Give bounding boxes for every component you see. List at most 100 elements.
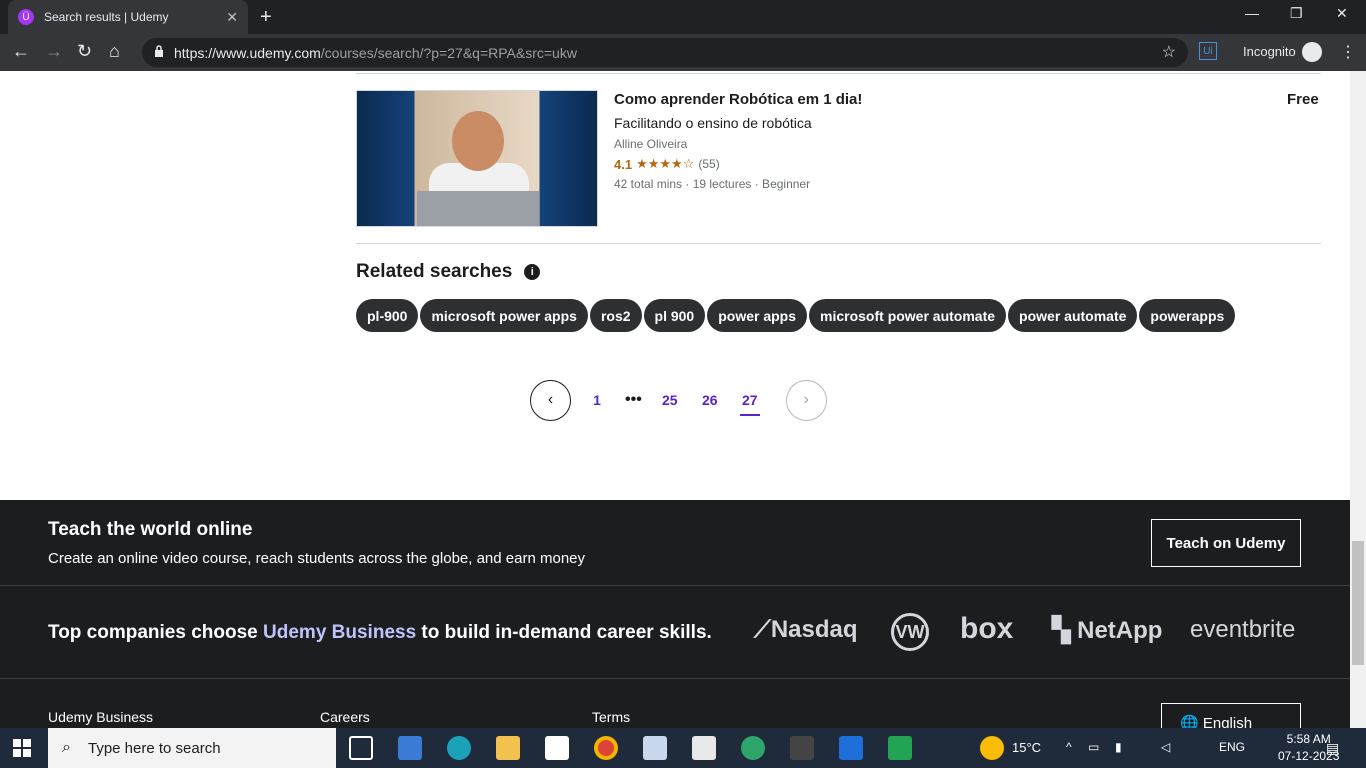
microsoft-store-icon[interactable] — [545, 736, 569, 760]
taskbar-search[interactable]: ⌕ Type here to search — [48, 728, 336, 768]
divider — [356, 243, 1321, 244]
url-host: https://www.udemy.com — [174, 44, 321, 61]
course-rating: 4.1 ★★★★☆ (55) — [614, 156, 720, 172]
weather-icon[interactable] — [980, 736, 1004, 760]
new-tab-icon[interactable]: + — [260, 6, 272, 29]
minimize-icon[interactable]: — — [1245, 5, 1259, 21]
page-link[interactable]: 25 — [660, 392, 680, 408]
related-chip[interactable]: pl-900 — [356, 299, 419, 332]
bookmark-star-icon[interactable]: ☆ — [1162, 42, 1176, 62]
back-icon[interactable]: ← — [12, 41, 30, 62]
course-title[interactable]: Como aprender Robótica em 1 dia! — [614, 91, 862, 108]
file-explorer-icon[interactable] — [496, 736, 520, 760]
mail-icon[interactable] — [398, 736, 422, 760]
course-subtitle: Facilitando o ensino de robótica — [614, 115, 812, 131]
udemy-business-link[interactable]: Udemy Business — [263, 622, 416, 643]
course-meta: 42 total mins · 19 lectures · Beginner — [614, 177, 811, 191]
weather-temp[interactable]: 15°C — [1012, 740, 1041, 755]
eventbrite-logo: eventbrite — [1190, 616, 1296, 643]
browser-toolbar: ← → ↻ ⌂ https://www.udemy.com/courses/se… — [0, 34, 1366, 71]
uipath-extension-icon[interactable]: Ui — [1199, 42, 1217, 60]
related-searches-title: Related searches — [356, 261, 513, 282]
companies-heading: Top companies choose Udemy Business to b… — [48, 622, 712, 644]
page-link[interactable]: 26 — [700, 392, 720, 408]
play-app-icon[interactable] — [888, 736, 912, 760]
prev-page-button[interactable]: ‹ — [530, 379, 571, 421]
related-searches-heading: Related searches i — [356, 261, 541, 283]
forward-icon[interactable]: → — [45, 41, 63, 62]
windows-start-icon[interactable] — [13, 739, 31, 757]
footer-link[interactable]: Terms — [592, 709, 630, 725]
browser-tabstrip: Ü Search results | Udemy ✕ + — ❐ ✕ — [0, 0, 1366, 34]
dollar-app-icon[interactable] — [839, 736, 863, 760]
language-button[interactable]: 🌐 English — [1161, 703, 1301, 728]
restore-icon[interactable]: ❐ — [1290, 5, 1303, 22]
page-ellipsis: ••• — [625, 391, 642, 408]
netapp-text: NetApp — [1077, 617, 1163, 644]
chevron-up-icon[interactable]: ^ — [1066, 740, 1072, 754]
battery-icon[interactable]: ▮ — [1115, 740, 1122, 754]
related-chip[interactable]: microsoft power apps — [420, 299, 588, 332]
footer: Teach the world online Create an online … — [0, 500, 1350, 728]
language-label: English — [1202, 715, 1253, 728]
home-icon[interactable]: ⌂ — [109, 41, 120, 62]
info-icon[interactable]: i — [524, 264, 541, 280]
url-path: /courses/search/?p=27&q=RPA&src=ukw — [320, 44, 577, 61]
volkswagen-logo: VW — [891, 613, 929, 651]
tab-title: Search results | Udemy — [44, 10, 169, 24]
media-player-icon[interactable] — [790, 736, 814, 760]
window-close-icon[interactable]: ✕ — [1336, 5, 1348, 22]
notification-icon[interactable]: ▤ — [1326, 740, 1339, 757]
incognito-label: Incognito — [1243, 44, 1296, 59]
companies-post: to build in-demand career skills. — [416, 622, 712, 643]
scrollbar-thumb[interactable] — [1352, 541, 1364, 665]
search-icon: ⌕ — [62, 739, 71, 756]
tab-close-icon[interactable]: ✕ — [226, 9, 238, 26]
chrome-icon[interactable] — [594, 736, 618, 760]
browser-tab[interactable]: Ü Search results | Udemy ✕ — [8, 0, 248, 34]
thumbnail-table — [417, 191, 539, 226]
incognito-icon[interactable] — [1302, 42, 1322, 62]
nasdaq-text: Nasdaq — [770, 616, 858, 643]
teach-on-udemy-button[interactable]: Teach on Udemy — [1151, 519, 1301, 567]
related-chip[interactable]: powerapps — [1139, 299, 1236, 332]
course-thumbnail[interactable] — [356, 90, 598, 227]
review-count: (55) — [698, 157, 720, 171]
calendar-app-icon[interactable] — [692, 736, 716, 760]
chat-app-icon[interactable] — [741, 736, 765, 760]
footer-link[interactable]: Udemy Business — [48, 709, 153, 725]
page-link[interactable]: 1 — [587, 392, 607, 408]
course-price: Free — [1287, 91, 1319, 108]
related-chip[interactable]: power apps — [707, 299, 808, 332]
footer-divider — [0, 678, 1350, 679]
divider — [356, 73, 1321, 74]
page-scrollbar[interactable] — [1350, 71, 1366, 728]
related-chip[interactable]: ros2 — [589, 299, 642, 332]
taskbar: ⌕ Type here to search 15°C ^ ▭ ▮ ◁ ENG 5… — [0, 728, 1366, 768]
lock-icon — [155, 45, 163, 57]
edge-icon[interactable] — [447, 736, 471, 760]
star-rating-icon: ★★★★☆ — [636, 156, 695, 171]
footer-link[interactable]: Careers — [320, 709, 370, 725]
menu-kebab-icon[interactable]: ⋮ — [1340, 42, 1356, 62]
pagination: ‹ 1 ••• 25 26 27 › — [530, 379, 827, 421]
input-language[interactable]: ENG — [1219, 740, 1245, 754]
address-bar[interactable]: https://www.udemy.com/courses/search/?p=… — [142, 38, 1188, 67]
document-app-icon[interactable] — [643, 736, 667, 760]
box-logo: box — [960, 612, 1014, 645]
related-chip[interactable]: power automate — [1008, 299, 1138, 332]
teach-subtitle: Create an online video course, reach stu… — [48, 550, 585, 567]
related-chip[interactable]: pl 900 — [643, 299, 706, 332]
volume-icon[interactable]: ◁ — [1161, 740, 1170, 754]
thumbnail-face — [452, 111, 504, 171]
taskbar-search-placeholder: Type here to search — [88, 739, 221, 757]
netapp-logo: ▚ NetApp — [1052, 617, 1163, 644]
related-chip[interactable]: microsoft power automate — [809, 299, 1007, 332]
teach-title: Teach the world online — [48, 519, 253, 540]
next-page-button[interactable]: › — [785, 379, 827, 421]
task-view-icon[interactable] — [349, 736, 373, 760]
reload-icon[interactable]: ↻ — [77, 41, 92, 62]
network-icon[interactable]: ▭ — [1088, 740, 1099, 754]
related-chips: pl-900 microsoft power apps ros2 pl 900 … — [356, 299, 1236, 332]
course-author: Alline Oliveira — [614, 137, 688, 151]
